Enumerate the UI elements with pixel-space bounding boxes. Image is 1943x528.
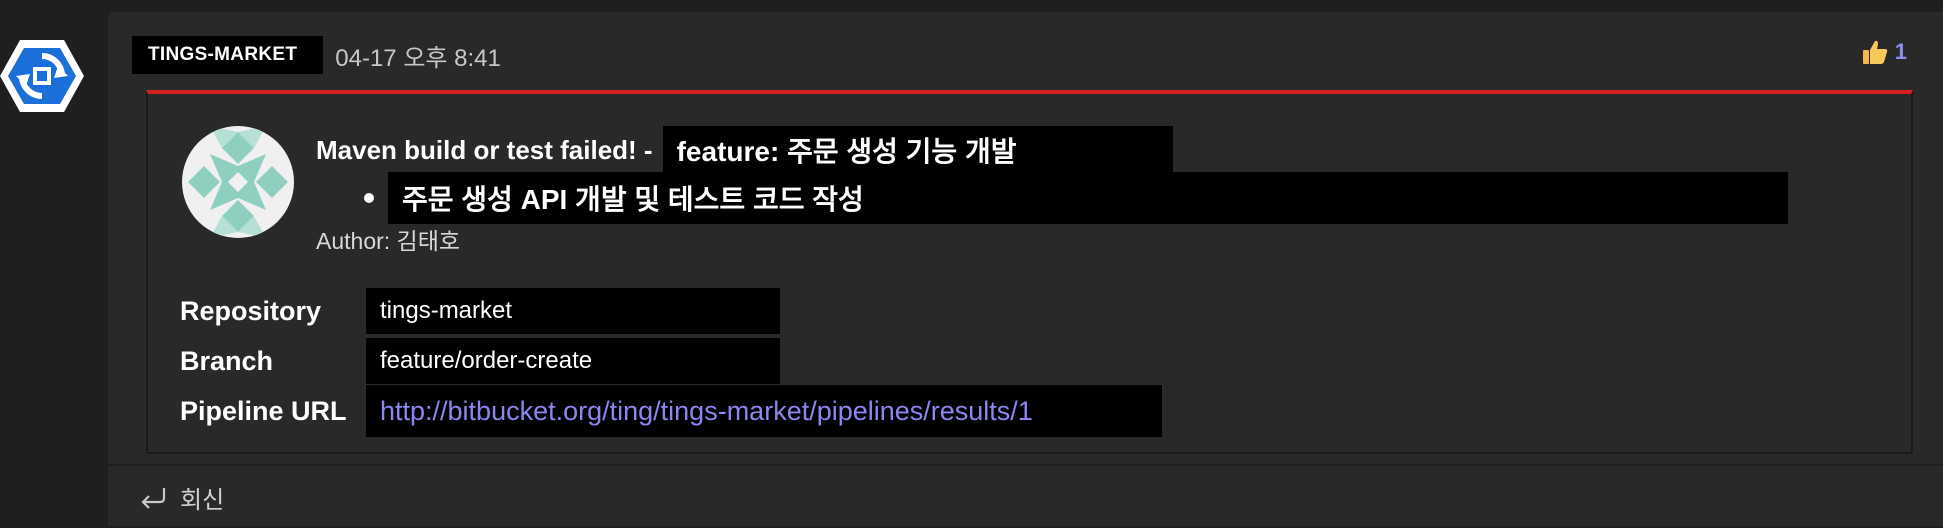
fact-value-repository: tings-market xyxy=(366,288,780,334)
fact-key: Branch xyxy=(180,345,274,376)
bullet-dot-icon xyxy=(364,193,374,203)
fact-row-branch: Branch feature/order-create xyxy=(180,336,1162,386)
sender-name[interactable]: TINGS-MARKET xyxy=(132,36,324,74)
app-avatar[interactable] xyxy=(0,36,84,116)
reaction-count: 1 xyxy=(1894,39,1907,64)
fact-key: Repository xyxy=(180,295,322,326)
pipelines-app-icon xyxy=(0,40,84,112)
fact-set: Repository tings-market Branch feature/o… xyxy=(180,286,1162,437)
identicon-image xyxy=(182,126,294,238)
message-timestamp: 04-17 오후 8:41 xyxy=(335,44,501,72)
message-header: TINGS-MARKET 04-17 오후 8:41 xyxy=(132,36,501,74)
card-title-text: Maven build or test failed! - xyxy=(316,134,653,165)
message-post: TINGS-MARKET 04-17 오후 8:41 1 Maven build… xyxy=(108,12,1943,526)
card-title: Maven build or test failed! - feature: 주… xyxy=(316,126,1173,174)
reply-arrow-icon xyxy=(141,488,166,509)
fact-key: Pipeline URL xyxy=(180,395,347,426)
commit-message: 주문 생성 API 개발 및 테스트 코드 작성 xyxy=(388,172,1788,224)
pipeline-url-link[interactable]: http://bitbucket.org/ting/tings-market/p… xyxy=(366,385,1162,437)
fact-value-branch: feature/order-create xyxy=(366,338,780,384)
card-bullet: 주문 생성 API 개발 및 테스트 코드 작성 xyxy=(364,172,1788,224)
fact-row-repository: Repository tings-market xyxy=(180,286,1162,336)
fact-row-pipeline-url: Pipeline URL http://bitbucket.org/ting/t… xyxy=(180,385,1162,437)
reply-bar: 회신 xyxy=(108,464,1943,528)
reply-button[interactable]: 회신 xyxy=(138,480,224,515)
reaction-like[interactable]: 1 xyxy=(1861,38,1907,66)
author-label: Author: 김태호 xyxy=(316,228,461,254)
reply-label: 회신 xyxy=(180,486,225,514)
build-notification-card: Maven build or test failed! - feature: 주… xyxy=(146,90,1913,454)
card-title-branch: feature: 주문 생성 기능 개발 xyxy=(662,126,1173,174)
author-avatar xyxy=(182,126,294,238)
thumbs-up-icon xyxy=(1862,40,1887,64)
